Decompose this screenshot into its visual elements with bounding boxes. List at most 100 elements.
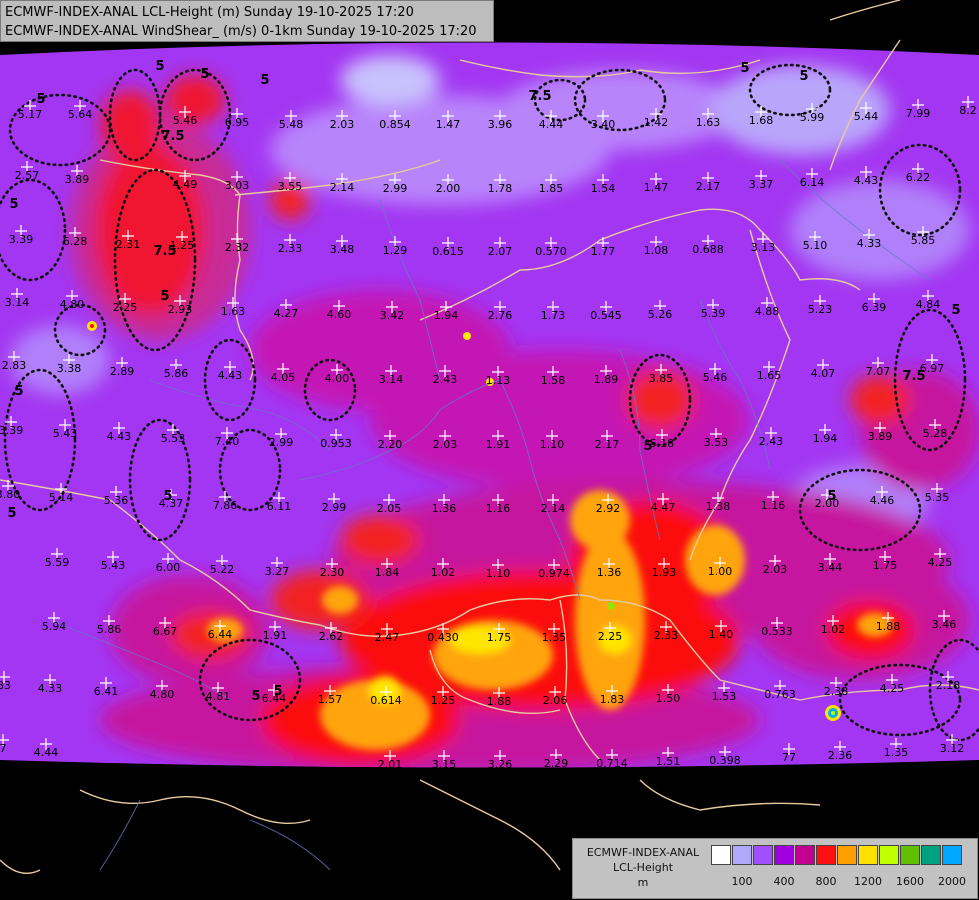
value-label: 4.80	[150, 688, 175, 701]
contour-label: 5	[36, 92, 45, 107]
value-label: 3.44	[818, 561, 843, 574]
value-label: 1.47	[436, 118, 461, 131]
value-label: 1.77	[591, 245, 616, 258]
value-label: 4.05	[271, 371, 296, 384]
value-label: 6.39	[862, 301, 887, 314]
value-label: 2.00	[436, 182, 461, 195]
legend-title: ECMWF-INDEX-ANAL LCL-Height m	[577, 845, 709, 890]
value-label: 5.18	[650, 437, 675, 450]
value-label: 0.974	[538, 567, 570, 580]
legend-tick-label: 2000	[938, 875, 966, 888]
value-label: 4.88	[755, 305, 780, 318]
contour-label: 5	[14, 384, 23, 399]
legend-swatch	[774, 845, 794, 865]
value-label: 5.86	[97, 623, 122, 636]
legend-swatch	[879, 845, 899, 865]
value-label: 1.29	[383, 244, 408, 257]
value-label: 2.30	[320, 566, 345, 579]
value-label: 3.13	[751, 241, 776, 254]
value-label: 5.36	[104, 494, 129, 507]
value-label: 5.39	[701, 307, 726, 320]
value-label: 4.00	[325, 372, 350, 385]
value-label: 2.01	[378, 758, 403, 771]
legend-ticks: 100 400 800 1200 1600 2000	[711, 875, 971, 889]
value-label: 1.35	[884, 746, 909, 759]
value-label: 2.33	[278, 242, 303, 255]
value-label: 83	[0, 679, 11, 692]
value-label: 5.64	[68, 108, 93, 121]
value-label: 5.46	[703, 371, 728, 384]
legend-tick-label: 1600	[896, 875, 924, 888]
contour-label: 5	[251, 689, 260, 704]
value-label: 1.75	[873, 559, 898, 572]
value-label: 1.63	[696, 116, 721, 129]
legend-title-line2: LCL-Height	[612, 861, 674, 874]
value-label: 1.25	[431, 694, 456, 707]
value-label: 4.27	[274, 307, 299, 320]
value-label: 1.88	[876, 620, 901, 633]
value-label: 1.10	[486, 567, 511, 580]
legend-swatch	[816, 845, 836, 865]
value-label: 0.533	[761, 625, 793, 638]
value-label: 2.20	[378, 438, 403, 451]
value-label: 5.43	[101, 559, 126, 572]
contour-label: 5	[9, 197, 18, 212]
value-label: 5.17	[18, 108, 43, 121]
value-label: 5.94	[42, 620, 67, 633]
value-label: 5.43	[53, 427, 78, 440]
value-label: 1.91	[486, 438, 511, 451]
value-label: 3.15	[432, 758, 457, 771]
color-legend: ECMWF-INDEX-ANAL LCL-Height m 100 400 800 1…	[572, 838, 978, 899]
value-label: 7.07	[866, 365, 891, 378]
value-label: 5.46	[173, 114, 198, 127]
value-label: 2.99	[269, 436, 294, 449]
value-label: 0.714	[596, 757, 628, 770]
value-label: 2.99	[322, 501, 347, 514]
value-label: 1.65	[757, 369, 782, 382]
value-label: 4.49	[173, 178, 198, 191]
value-label: 5.35	[925, 491, 950, 504]
value-label: 1.13	[486, 374, 511, 387]
value-label: 1.58	[541, 374, 566, 387]
contour-label: 5	[155, 59, 164, 74]
value-label: 3.85	[649, 372, 674, 385]
value-label: 6.14	[800, 176, 825, 189]
value-label: 1.50	[656, 692, 681, 705]
value-label: 3.03	[225, 179, 250, 192]
value-label: 2.83	[2, 359, 27, 372]
value-label: 4.80	[60, 298, 85, 311]
value-label: 1.35	[542, 631, 567, 644]
value-label: 6.67	[153, 625, 178, 638]
value-label: 2.14	[330, 181, 355, 194]
value-label: 3.39	[9, 233, 34, 246]
value-label: 6.95	[225, 116, 250, 129]
value-label: 1.89	[594, 373, 619, 386]
contour-label: 5	[260, 73, 269, 88]
value-label: 1.38	[706, 500, 731, 513]
contour-label: 5	[951, 303, 960, 318]
value-label: 8.2	[959, 104, 977, 117]
value-label: 3.12	[940, 742, 965, 755]
value-label: 2.03	[763, 563, 788, 576]
legend-tick-label: 800	[815, 875, 837, 888]
value-label: 1.08	[644, 244, 669, 257]
value-label: 2.93	[168, 303, 193, 316]
value-label: 2.17	[595, 438, 620, 451]
contour-label: 5	[643, 439, 652, 454]
value-label: 0.545	[590, 309, 622, 322]
value-label: 5.26	[648, 308, 673, 321]
value-label: 1.00	[708, 565, 733, 578]
legend-swatch	[900, 845, 920, 865]
value-label: 3.14	[5, 296, 30, 309]
contour-label: 7.5	[902, 369, 925, 384]
value-label: 1.36	[432, 502, 457, 515]
value-label: 2.33	[654, 629, 679, 642]
header-line-2: ECMWF-INDEX-ANAL WindShear_ (m/s) 0-1km …	[5, 24, 477, 39]
contour-label: 7.5	[161, 129, 184, 144]
value-label: 2.43	[433, 373, 458, 386]
value-label: 5.85	[911, 234, 936, 247]
value-label: 4.44	[34, 746, 59, 759]
value-label: 4.43	[107, 430, 132, 443]
value-label: 4.07	[811, 367, 836, 380]
value-label: 5.10	[803, 239, 828, 252]
